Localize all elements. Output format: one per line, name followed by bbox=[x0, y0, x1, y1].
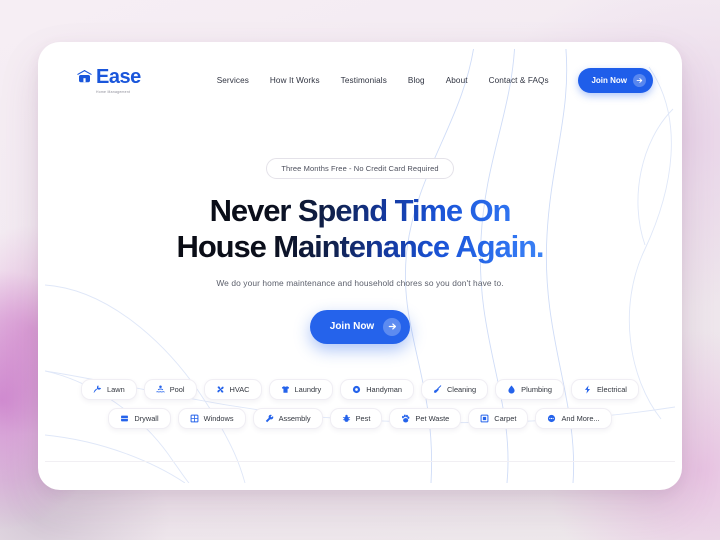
wall-icon bbox=[120, 414, 129, 423]
headline-line-2: House Maintenance Again. bbox=[176, 229, 545, 265]
service-chip-label: Handyman bbox=[366, 384, 402, 394]
droplet-icon bbox=[507, 385, 516, 394]
hero-join-now-button[interactable]: Join Now bbox=[309, 309, 411, 344]
service-chip-drywall[interactable]: Drywall bbox=[108, 407, 171, 429]
service-chip-cleaning[interactable]: Cleaning bbox=[420, 378, 489, 400]
service-chip-row-1: Lawn Pool HVAC Laundry Handyman Cleaning… bbox=[45, 378, 675, 400]
service-chip-label: HVAC bbox=[229, 384, 250, 394]
window-icon bbox=[190, 414, 199, 423]
service-chip-row-2: Drywall Windows Assembly Pest Pet Waste … bbox=[45, 407, 675, 429]
service-chip-lawn[interactable]: Lawn bbox=[81, 378, 137, 400]
browser-card-shell: Ease Home Management Services How It Wor… bbox=[38, 42, 682, 490]
logo-wordmark: Ease bbox=[96, 65, 141, 88]
hero-subtitle: We do your home maintenance and househol… bbox=[216, 277, 504, 288]
service-chip-pool[interactable]: Pool bbox=[143, 378, 197, 400]
service-chip-pest[interactable]: Pest bbox=[329, 407, 383, 429]
page-title: Never Spend Time On House Maintenance Ag… bbox=[176, 193, 545, 266]
wrench-icon bbox=[265, 414, 274, 423]
service-chip-label: Pool bbox=[169, 384, 185, 394]
header-join-now-button[interactable]: Join Now bbox=[578, 67, 653, 93]
bug-icon bbox=[342, 414, 351, 423]
service-chip-label: Carpet bbox=[494, 413, 517, 423]
service-chip-label: Assembly bbox=[278, 413, 311, 423]
service-chip-pet-waste[interactable]: Pet Waste bbox=[389, 407, 462, 429]
service-chip-assembly[interactable]: Assembly bbox=[252, 407, 323, 429]
service-chip-and-more[interactable]: And More... bbox=[535, 407, 612, 429]
service-chip-windows[interactable]: Windows bbox=[177, 407, 246, 429]
service-chips: Lawn Pool HVAC Laundry Handyman Cleaning… bbox=[45, 378, 675, 437]
bolt-icon bbox=[583, 384, 592, 394]
hero-join-now-label: Join Now bbox=[329, 321, 375, 333]
service-chip-electrical[interactable]: Electrical bbox=[570, 378, 639, 400]
logo[interactable]: Ease Home Management bbox=[77, 67, 141, 94]
service-chip-label: Drywall bbox=[134, 413, 159, 423]
nav-how-it-works[interactable]: How It Works bbox=[270, 76, 320, 85]
footer-divider bbox=[45, 461, 675, 462]
site-header: Ease Home Management Services How It Wor… bbox=[45, 49, 675, 111]
service-chip-hvac[interactable]: HVAC bbox=[203, 378, 262, 400]
promo-badge: Three Months Free - No Credit Card Requi… bbox=[266, 158, 454, 179]
fan-icon bbox=[216, 385, 225, 394]
service-chip-carpet[interactable]: Carpet bbox=[468, 407, 529, 429]
service-chip-label: Lawn bbox=[107, 384, 125, 394]
service-chip-label: Windows bbox=[203, 413, 234, 423]
website-card: Ease Home Management Services How It Wor… bbox=[45, 49, 675, 483]
service-chip-label: And More... bbox=[561, 413, 600, 423]
header-join-now-label: Join Now bbox=[591, 75, 627, 85]
main-nav: Services How It Works Testimonials Blog … bbox=[217, 76, 549, 85]
service-chip-label: Plumbing bbox=[521, 384, 552, 394]
headline-line-1: Never Spend Time On bbox=[177, 193, 544, 229]
broom-icon bbox=[433, 384, 442, 394]
nav-services[interactable]: Services bbox=[217, 76, 249, 85]
nav-testimonials[interactable]: Testimonials bbox=[341, 76, 387, 85]
service-chip-laundry[interactable]: Laundry bbox=[268, 378, 334, 400]
pool-icon bbox=[156, 385, 165, 394]
service-chip-label: Cleaning bbox=[446, 384, 477, 394]
service-chip-label: Pet Waste bbox=[415, 413, 450, 423]
arrow-right-icon bbox=[633, 73, 646, 87]
logo-tagline: Home Management bbox=[96, 89, 131, 94]
service-chip-label: Pest bbox=[355, 413, 371, 423]
dots-circle-icon bbox=[547, 414, 556, 423]
service-chip-label: Laundry bbox=[294, 384, 322, 394]
grass-icon bbox=[93, 384, 102, 394]
carpet-icon bbox=[480, 414, 489, 423]
nav-about[interactable]: About bbox=[446, 76, 468, 85]
house-icon bbox=[77, 69, 92, 88]
service-chip-label: Electrical bbox=[596, 384, 627, 394]
service-chip-handyman[interactable]: Handyman bbox=[340, 378, 414, 400]
nav-blog[interactable]: Blog bbox=[408, 76, 425, 85]
service-chip-plumbing[interactable]: Plumbing bbox=[495, 378, 564, 400]
hero-section: Three Months Free - No Credit Card Requi… bbox=[45, 111, 675, 437]
paw-icon bbox=[401, 414, 410, 423]
nav-contact-faqs[interactable]: Contact & FAQs bbox=[489, 76, 549, 85]
arrow-right-icon bbox=[383, 317, 402, 336]
shirt-icon bbox=[281, 385, 290, 394]
gear-icon bbox=[352, 385, 361, 394]
